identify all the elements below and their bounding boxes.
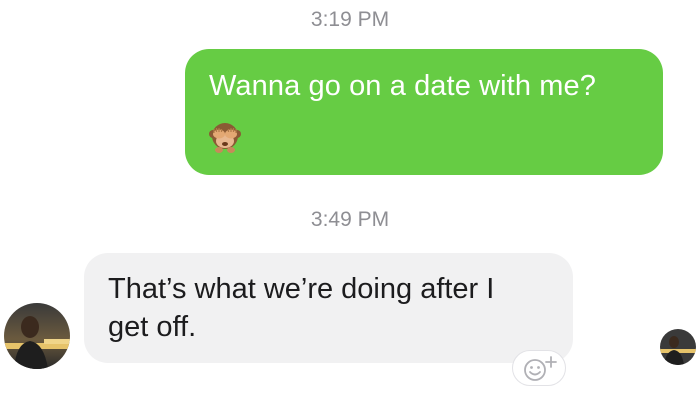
timestamp: 3:19 PM xyxy=(310,8,390,31)
timestamp: 3:49 PM xyxy=(310,208,390,231)
incoming-message-bubble[interactable]: That’s what we’re doing after I get off. xyxy=(84,253,573,363)
read-receipt-photo xyxy=(660,329,696,365)
outgoing-message-text: Wanna go on a date with me? xyxy=(209,70,596,102)
incoming-message-text-line: get off. xyxy=(108,311,197,343)
add-reaction-button[interactable] xyxy=(512,350,566,386)
add-reaction-icon xyxy=(524,356,557,381)
see-no-evil-monkey-icon xyxy=(209,123,241,153)
contact-avatar[interactable] xyxy=(4,303,70,369)
contact-photo xyxy=(4,303,70,369)
outgoing-message-bubble[interactable]: Wanna go on a date with me? xyxy=(185,49,663,175)
read-receipt-avatar xyxy=(660,329,696,365)
incoming-message-text-line: That’s what we’re doing after I xyxy=(108,273,495,305)
